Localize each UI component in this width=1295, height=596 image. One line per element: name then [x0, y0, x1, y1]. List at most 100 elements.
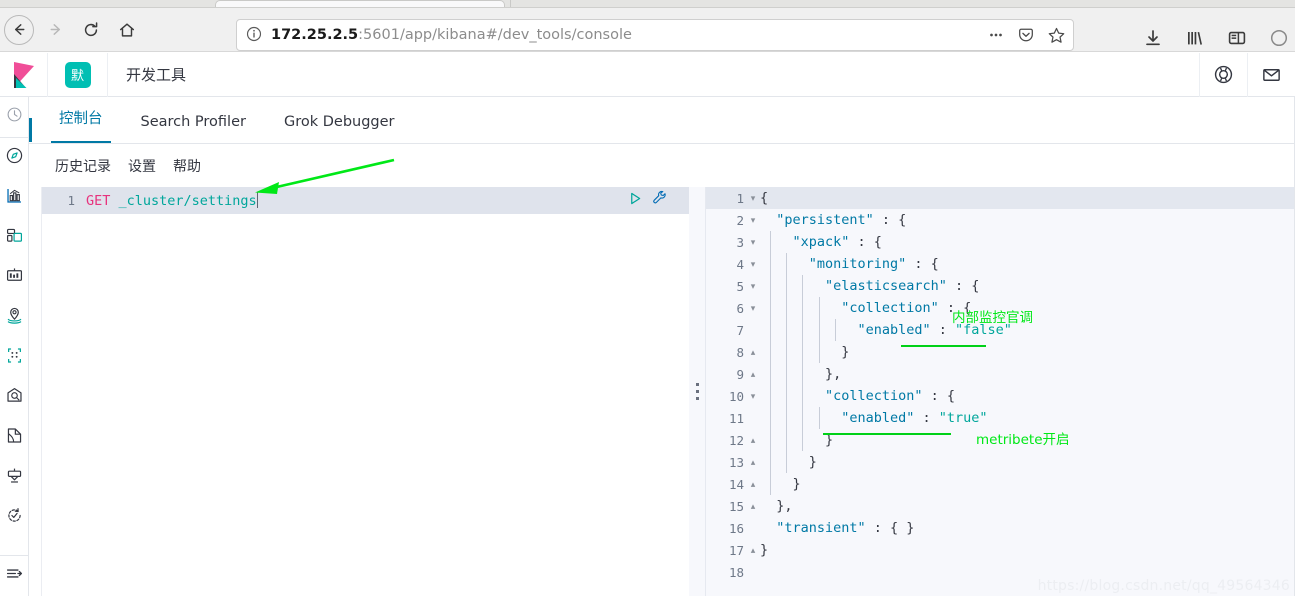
indent-guide [818, 407, 820, 429]
fold-toggle-icon[interactable]: ▴ [746, 429, 760, 451]
json-key: "elasticsearch" [824, 278, 947, 294]
response-json: 1 ▾{2 ▾ "persistent" : {3 ▾ "xpack" : {4 ▾ "mon… [706, 187, 1295, 583]
downloads-icon[interactable] [1143, 28, 1163, 48]
response-line-number: 9 [736, 366, 744, 382]
request-line[interactable]: 1 GET _cluster/settings [42, 187, 690, 214]
fold-toggle-icon[interactable]: ▾ [746, 297, 760, 319]
sidebar-item-maps[interactable] [0, 298, 29, 338]
sidebar-item-logs[interactable] [0, 418, 29, 458]
response-line-number: 18 [728, 564, 744, 580]
tab-search-profiler[interactable]: Search Profiler [133, 114, 254, 143]
tab-grok-debugger[interactable]: Grok Debugger [276, 114, 403, 143]
kibana-header-right [1199, 52, 1295, 97]
apm-icon [5, 466, 24, 490]
fold-toggle-icon[interactable]: ▾ [746, 209, 760, 231]
json-punctuation: } [760, 542, 769, 558]
recently-viewed-icon [6, 106, 23, 128]
fold-toggle-icon[interactable]: ▴ [746, 495, 760, 517]
fold-toggle-icon[interactable]: ▾ [746, 275, 760, 297]
page-actions-icon[interactable] [987, 26, 1005, 44]
indent-guide [818, 319, 820, 341]
pocket-icon[interactable] [1017, 26, 1035, 44]
console-menu-settings[interactable]: 设置 [128, 156, 156, 176]
console-menu: 历史记录 设置 帮助 [29, 144, 1295, 187]
fold-toggle-icon[interactable]: ▴ [746, 451, 760, 473]
response-line-text: "persistent" : { [776, 212, 906, 228]
account-icon[interactable] [1269, 28, 1289, 48]
fold-toggle-icon[interactable]: ▾ [746, 385, 760, 407]
editor-splitter[interactable] [689, 187, 706, 596]
wrench-settings-icon[interactable] [652, 190, 668, 211]
http-method: GET [86, 193, 111, 209]
maps-icon [5, 306, 24, 330]
library-icon[interactable] [1185, 28, 1205, 48]
tab-console[interactable]: 控制台 [51, 107, 111, 143]
sidebar-item-machine-learning[interactable] [0, 338, 29, 378]
fold-toggle-icon[interactable]: ▴ [746, 539, 760, 561]
space-selector[interactable]: 默 [48, 52, 108, 97]
json-key: "collection" [824, 388, 923, 404]
indent-guide [786, 319, 788, 341]
sidebar-item-visualize[interactable] [0, 178, 29, 218]
sidebar-item-apm[interactable] [0, 458, 29, 498]
sidebar-item-dashboard[interactable] [0, 218, 29, 258]
json-key: "enabled" [841, 410, 915, 426]
annotation-metricbeat: metribete开启 [976, 432, 1070, 448]
request-editor[interactable]: 1 GET _cluster/settings [41, 187, 690, 596]
response-line-number: 5 [736, 278, 744, 294]
response-line: 14 ▴} [706, 473, 1295, 495]
reload-button[interactable] [74, 13, 108, 47]
fold-toggle-icon[interactable]: ▴ [746, 473, 760, 495]
bookmark-star-icon[interactable] [1047, 26, 1065, 44]
response-line-number: 8 [736, 344, 744, 360]
console-menu-help[interactable]: 帮助 [173, 156, 201, 176]
json-value: "true" [938, 410, 988, 426]
play-run-icon[interactable] [628, 191, 643, 211]
console-menu-history[interactable]: 历史记录 [55, 156, 111, 176]
indent-guide [770, 253, 771, 275]
url-path: :5601/app/kibana#/dev_tools/console [358, 27, 632, 43]
site-info-icon[interactable] [245, 25, 265, 45]
navigation-buttons [0, 13, 144, 47]
response-editor[interactable]: 1 ▾{2 ▾ "persistent" : {3 ▾ "xpack" : {4 ▾ "mon… [706, 187, 1295, 596]
json-punctuation: : { [849, 234, 882, 250]
url-host: 172.25.2.5 [271, 27, 359, 43]
devtools-tabs: 控制台 Search Profiler Grok Debugger [29, 97, 1295, 144]
response-line-number: 3 [736, 234, 744, 250]
sidebar-item-collapse[interactable] [0, 556, 29, 596]
request-line-number: 1 [67, 193, 75, 208]
indent-guide [802, 319, 804, 341]
response-line-number: 13 [728, 454, 744, 470]
logs-icon [5, 426, 24, 450]
json-key: "collection" [841, 300, 939, 316]
forward-button[interactable] [38, 13, 72, 47]
sidebar-item-uptime[interactable] [0, 498, 29, 538]
browser-tab[interactable] [215, 0, 505, 7]
sidebar-item-infrastructure[interactable] [0, 378, 29, 418]
request-code: GET _cluster/settings [86, 192, 258, 209]
sidebar-item-recently-viewed[interactable] [0, 97, 29, 137]
address-bar[interactable]: 172.25.2.5:5601/app/kibana#/dev_tools/co… [236, 19, 1074, 51]
back-icon [4, 14, 34, 45]
fold-toggle-icon[interactable]: ▾ [746, 231, 760, 253]
fold-toggle-icon[interactable]: ▾ [746, 187, 760, 209]
kibana-logo[interactable] [0, 52, 48, 97]
fold-toggle-icon[interactable]: ▾ [746, 253, 760, 275]
machine-learning-icon [5, 346, 24, 370]
fold-toggle-icon[interactable]: ▴ [746, 341, 760, 363]
response-line-number: 17 [728, 542, 744, 558]
json-key: "xpack" [792, 234, 850, 250]
home-button[interactable] [110, 13, 144, 47]
space-badge[interactable]: 默 [64, 61, 91, 88]
newsfeed-mail-icon[interactable] [1247, 52, 1295, 97]
sidebar-icon[interactable] [1227, 28, 1247, 48]
fold-toggle-icon[interactable]: ▴ [746, 363, 760, 385]
response-line: 3 ▾ "xpack" : { [706, 231, 1295, 253]
indent-guide [786, 275, 788, 297]
sidebar-item-canvas[interactable] [0, 258, 29, 298]
sidebar-item-discover[interactable] [0, 138, 29, 178]
browser-tab-divider [510, 0, 511, 7]
json-punctuation: : [914, 410, 939, 426]
back-button[interactable] [2, 13, 36, 47]
help-icon[interactable] [1199, 52, 1247, 97]
